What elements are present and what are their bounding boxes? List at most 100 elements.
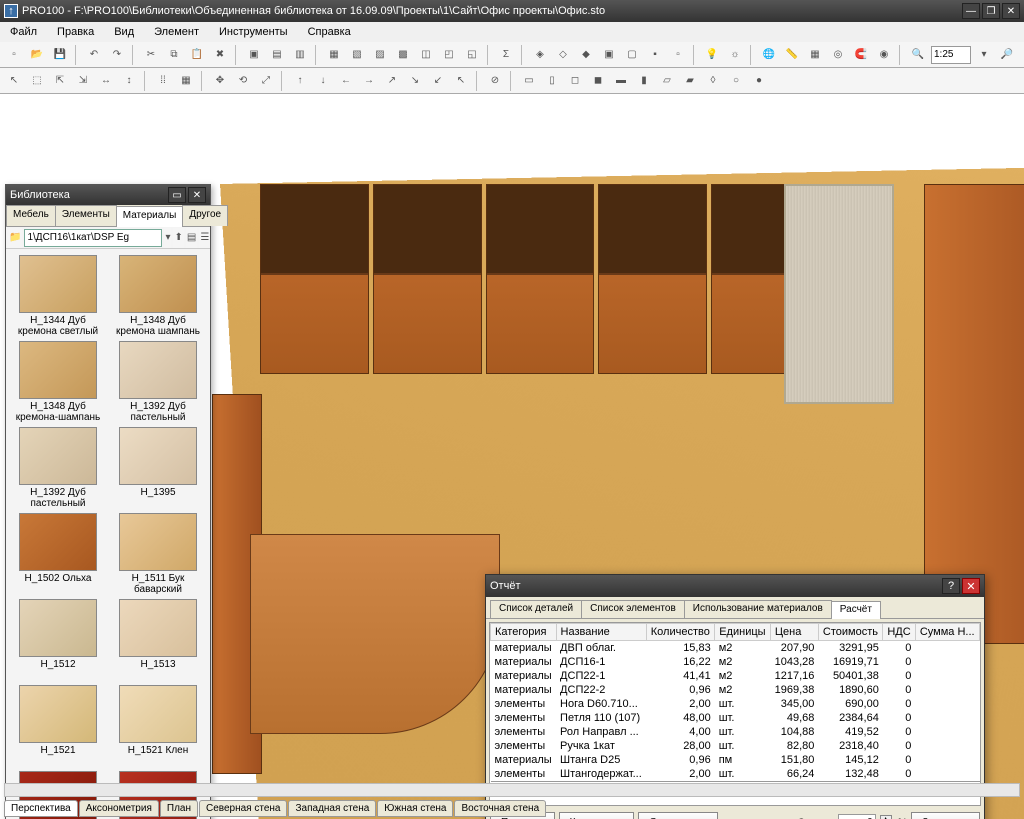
view-tab[interactable]: Восточная стена	[454, 800, 546, 817]
ops3-icon[interactable]: ◻	[565, 71, 585, 91]
ops1-icon[interactable]: ▭	[519, 71, 539, 91]
snap2-icon[interactable]: ▦	[176, 71, 196, 91]
material-item[interactable]: H_1344 Дуб кремона светлый	[12, 255, 104, 337]
lightbulb-icon[interactable]: 💡	[702, 45, 722, 65]
toggle2-icon[interactable]: ▤	[267, 45, 287, 65]
pointer-icon[interactable]: ↖	[4, 71, 24, 91]
report-help-button[interactable]: ?	[942, 578, 960, 594]
library-close-icon[interactable]: ✕	[188, 187, 206, 203]
table-header[interactable]: Название	[556, 624, 646, 641]
table-header[interactable]: Количество	[646, 624, 714, 641]
maximize-button[interactable]: ❐	[982, 3, 1000, 19]
target-icon[interactable]: ◎	[828, 45, 848, 65]
library-tab-materials[interactable]: Материалы	[116, 206, 184, 227]
material-item[interactable]: H_1512	[12, 599, 104, 681]
close-button[interactable]: ✕	[1002, 3, 1020, 19]
mode6-icon[interactable]: ▪	[645, 45, 665, 65]
table-header[interactable]: Цена	[770, 624, 818, 641]
library-grid[interactable]: H_1344 Дуб кремона светлыйH_1348 Дуб кре…	[6, 249, 210, 819]
view-tab[interactable]: Аксонометрия	[79, 800, 159, 817]
view2-icon[interactable]: ▧	[347, 45, 367, 65]
redo-icon[interactable]: ↷	[107, 45, 127, 65]
up-folder-icon[interactable]: ⬆	[173, 228, 183, 248]
ruler-icon[interactable]: 📏	[782, 45, 802, 65]
arrow2-icon[interactable]: ↓	[313, 71, 333, 91]
ops2-icon[interactable]: ▯	[542, 71, 562, 91]
world-icon[interactable]: 🌐	[759, 45, 779, 65]
material-item[interactable]: H_1502 Ольха	[12, 513, 104, 595]
menu-view[interactable]: Вид	[108, 24, 140, 40]
material-item[interactable]: H_1513	[112, 599, 204, 681]
view3-icon[interactable]: ▨	[370, 45, 390, 65]
discount-spinner[interactable]: ▴▾	[880, 815, 892, 819]
table-row[interactable]: элементыНога D60.710...2,00шт.345,00690,…	[491, 697, 980, 711]
light2-icon[interactable]: ☼	[725, 45, 745, 65]
arrow1-icon[interactable]: ↑	[290, 71, 310, 91]
zoom-in-icon[interactable]: 🔎	[997, 45, 1017, 65]
material-item[interactable]: H_1395	[112, 427, 204, 509]
workarea[interactable]: Библиотека ▭ ✕ Мебель Элементы Материалы…	[0, 94, 1024, 819]
library-path-input[interactable]	[24, 229, 162, 247]
view-tab[interactable]: Южная стена	[377, 800, 453, 817]
table-row[interactable]: материалыШтанга D250,96пм151,80145,120	[491, 753, 980, 767]
magnet-icon[interactable]: 🧲	[851, 45, 871, 65]
table-row[interactable]: элементыШтангодержат...2,00шт.66,24132,4…	[491, 767, 980, 782]
zoom-dropdown-icon[interactable]: ▾	[974, 45, 994, 65]
zoom-field[interactable]	[931, 46, 971, 64]
rotate-icon[interactable]: ⟲	[233, 71, 253, 91]
new-icon[interactable]: ▫	[4, 45, 24, 65]
copy-icon[interactable]: ⧉	[164, 45, 184, 65]
grid-icon[interactable]: ▦	[805, 45, 825, 65]
path-dropdown-icon[interactable]: ▾	[164, 228, 171, 248]
report-tab-elements[interactable]: Список элементов	[581, 600, 685, 618]
mode4-icon[interactable]: ▣	[599, 45, 619, 65]
scale-icon[interactable]: ⤢	[256, 71, 276, 91]
view-tab[interactable]: Западная стена	[288, 800, 376, 817]
tool6-icon[interactable]: ↕	[119, 71, 139, 91]
material-item[interactable]: H_1521	[12, 685, 104, 767]
tool4-icon[interactable]: ⇲	[73, 71, 93, 91]
material-item[interactable]: H_1392 Дуб пастельный	[12, 427, 104, 509]
library-undock-icon[interactable]: ▭	[168, 187, 186, 203]
menu-help[interactable]: Справка	[302, 24, 357, 40]
delete-icon[interactable]: ✖	[210, 45, 230, 65]
circle-icon[interactable]: ◉	[874, 45, 894, 65]
minimize-button[interactable]: —	[962, 3, 980, 19]
move-icon[interactable]: ✥	[210, 71, 230, 91]
ops8-icon[interactable]: ▰	[680, 71, 700, 91]
ops10-icon[interactable]: ○	[726, 71, 746, 91]
list-mode-icon[interactable]: ☰	[199, 228, 210, 248]
report-body[interactable]: КатегорияНазваниеКоличествоЕдиницыЦенаСт…	[489, 622, 981, 806]
table-row[interactable]: материалыДВП облаг.15,83м2207,903291,950	[491, 641, 980, 656]
table-row[interactable]: элементыПетля 110 (107)48,00шт.49,682384…	[491, 711, 980, 725]
snap1-icon[interactable]: ⁞⁞	[153, 71, 173, 91]
select2-icon[interactable]: ⬚	[27, 71, 47, 91]
arrow5-icon[interactable]: ↗	[382, 71, 402, 91]
table-header[interactable]: Категория	[491, 624, 557, 641]
view7-icon[interactable]: ◱	[462, 45, 482, 65]
report-titlebar[interactable]: Отчёт ? ✕	[486, 575, 984, 597]
ops7-icon[interactable]: ▱	[657, 71, 677, 91]
view-mode-icon[interactable]: ▤	[186, 228, 197, 248]
library-tab-elements[interactable]: Элементы	[55, 205, 117, 226]
arrow6-icon[interactable]: ↘	[405, 71, 425, 91]
mode3-icon[interactable]: ◆	[576, 45, 596, 65]
arrow3-icon[interactable]: ←	[336, 71, 356, 91]
material-item[interactable]: H_1511 Бук баварский	[112, 513, 204, 595]
sigma-icon[interactable]: Σ	[496, 45, 516, 65]
menu-file[interactable]: Файл	[4, 24, 43, 40]
view1-icon[interactable]: ▦	[324, 45, 344, 65]
discount-input[interactable]	[838, 814, 876, 819]
copy-button[interactable]: Копировать	[559, 812, 635, 819]
table-header[interactable]: Сумма Н...	[915, 624, 979, 641]
table-row[interactable]: материалыДСП22-20,96м21969,381890,600	[491, 683, 980, 697]
mode7-icon[interactable]: ▫	[668, 45, 688, 65]
undo-icon[interactable]: ↶	[84, 45, 104, 65]
mode5-icon[interactable]: ▢	[622, 45, 642, 65]
zoom-out-icon[interactable]: 🔍	[908, 45, 928, 65]
mode1-icon[interactable]: ◈	[530, 45, 550, 65]
menu-edit[interactable]: Правка	[51, 24, 100, 40]
menu-element[interactable]: Элемент	[148, 24, 205, 40]
table-row[interactable]: материалыДСП22-141,41м21217,1650401,380	[491, 669, 980, 683]
folder-icon[interactable]: 📁	[8, 228, 22, 248]
